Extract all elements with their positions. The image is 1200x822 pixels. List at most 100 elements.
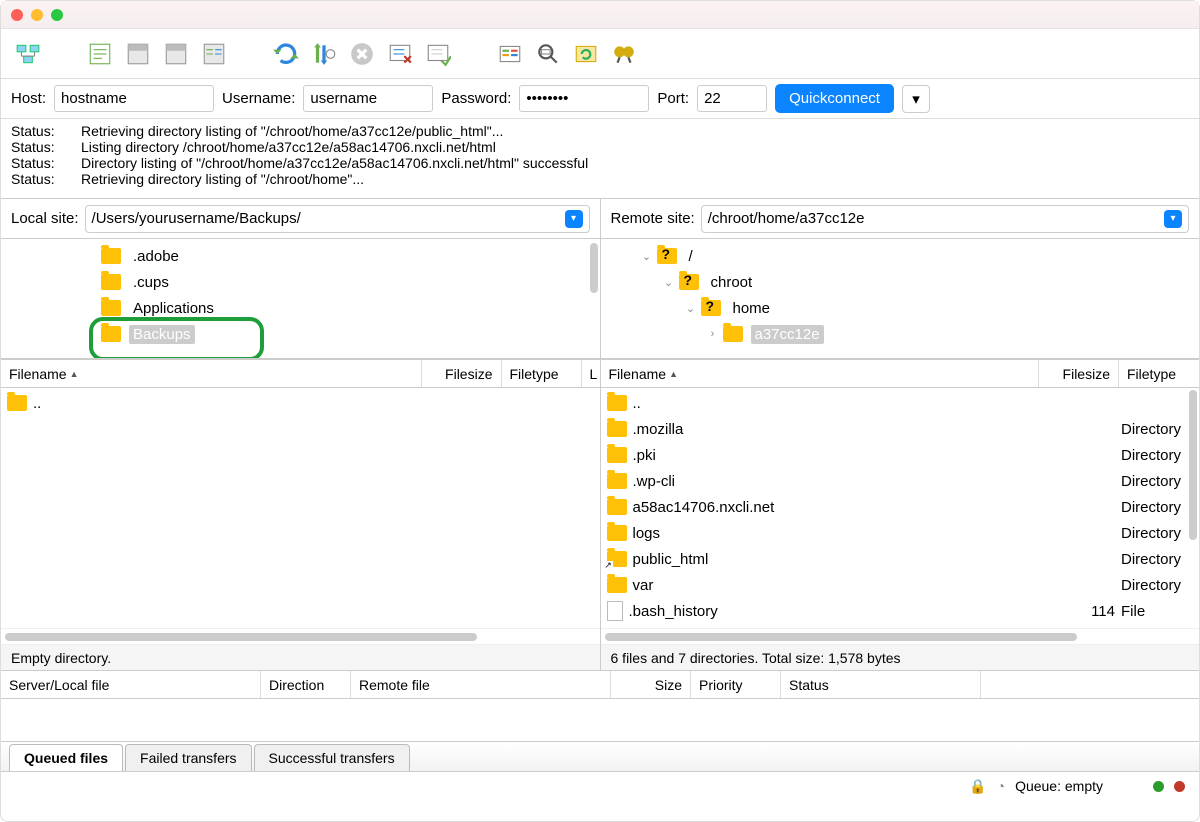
minimize-icon[interactable]	[31, 9, 43, 21]
tab-failed-transfers[interactable]: Failed transfers	[125, 744, 251, 771]
col-filesize[interactable]: Filesize	[1063, 366, 1110, 382]
tree-item[interactable]: .adobe	[1, 243, 600, 269]
local-tree[interactable]: .adobe.cupsApplicationsBackups	[1, 239, 600, 359]
window-controls	[11, 9, 63, 21]
local-file-columns[interactable]: Filename▲ Filesize Filetype L	[1, 360, 600, 388]
local-site-label: Local site:	[11, 210, 79, 227]
queue-column[interactable]: Direction	[261, 671, 351, 698]
chevron-icon[interactable]: ⌄	[663, 276, 675, 289]
queue-tabs: Queued files Failed transfers Successful…	[1, 742, 1199, 772]
titlebar	[1, 1, 1199, 29]
activity-led-green	[1153, 781, 1164, 792]
remote-file-list[interactable]: ...mozillaDirectory.pkiDirectory.wp-cliD…	[601, 388, 1200, 628]
folder-icon	[101, 326, 121, 342]
scrollbar[interactable]	[590, 243, 598, 293]
queue-column[interactable]: Status	[781, 671, 981, 698]
folder-icon	[701, 300, 721, 316]
folder-link-icon	[607, 551, 627, 567]
file-lists: Filename▲ Filesize Filetype L .. Empty d…	[1, 360, 1199, 671]
search-icon[interactable]	[607, 37, 641, 71]
compare-icon[interactable]	[531, 37, 565, 71]
tab-successful-transfers[interactable]: Successful transfers	[254, 744, 410, 771]
remote-path-combo[interactable]: /chroot/home/a37cc12e ▾	[701, 205, 1189, 233]
site-manager-icon[interactable]	[11, 37, 45, 71]
local-path-combo[interactable]: /Users/yourusername/Backups/ ▾	[85, 205, 590, 233]
toggle-remote-tree-icon[interactable]	[159, 37, 193, 71]
clock-icon[interactable]: ◔	[997, 778, 1005, 794]
quickconnect-history-dropdown[interactable]: ▾	[902, 85, 930, 113]
tree-item[interactable]: Backups	[1, 321, 600, 347]
host-input[interactable]	[54, 85, 214, 112]
process-queue-icon[interactable]	[307, 37, 341, 71]
refresh-icon[interactable]	[269, 37, 303, 71]
folder-icon	[607, 447, 627, 463]
remote-tree[interactable]: ⌄/⌄chroot⌄home›a37cc12e	[601, 239, 1200, 359]
chevron-icon[interactable]: ⌄	[641, 250, 653, 263]
file-row[interactable]: .pkiDirectory	[601, 442, 1200, 468]
queue-column[interactable]: Remote file	[351, 671, 611, 698]
queue-body[interactable]	[1, 699, 1199, 741]
col-lastmod[interactable]: L	[590, 366, 598, 382]
folder-icon	[607, 473, 627, 489]
tree-item[interactable]: ⌄chroot	[601, 269, 1200, 295]
scrollbar[interactable]	[601, 628, 1200, 644]
tree-item[interactable]: ›a37cc12e	[601, 321, 1200, 347]
folder-icon	[723, 326, 743, 342]
file-row[interactable]: .mozillaDirectory	[601, 416, 1200, 442]
tree-item[interactable]: ⌄home	[601, 295, 1200, 321]
file-row[interactable]: logsDirectory	[601, 520, 1200, 546]
username-input[interactable]	[303, 85, 433, 112]
filter-icon[interactable]	[493, 37, 527, 71]
local-path-text: /Users/yourusername/Backups/	[92, 210, 565, 227]
quickconnect-button[interactable]: Quickconnect	[775, 84, 894, 113]
tree-item[interactable]: Applications	[1, 295, 600, 321]
username-label: Username:	[222, 90, 295, 107]
maximize-icon[interactable]	[51, 9, 63, 21]
col-filetype[interactable]: Filetype	[510, 366, 559, 382]
col-filetype[interactable]: Filetype	[1127, 366, 1176, 382]
queue-column[interactable]: Priority	[691, 671, 781, 698]
file-row[interactable]: .bash_history114File	[601, 598, 1200, 624]
queue-status: Queue: empty	[1015, 778, 1103, 794]
chevron-icon[interactable]: ›	[707, 328, 719, 340]
close-icon[interactable]	[11, 9, 23, 21]
queue-column[interactable]: Size	[611, 671, 691, 698]
sync-browse-icon[interactable]	[569, 37, 603, 71]
file-row[interactable]: ..	[601, 390, 1200, 416]
col-filename[interactable]: Filename	[609, 366, 667, 382]
cancel-icon[interactable]	[345, 37, 379, 71]
message-log: Status:Retrieving directory listing of "…	[1, 119, 1199, 199]
folder-icon	[101, 248, 121, 264]
chevron-down-icon: ▾	[912, 90, 920, 108]
toggle-local-tree-icon[interactable]	[121, 37, 155, 71]
col-filename[interactable]: Filename	[9, 366, 67, 382]
file-row[interactable]: a58ac14706.nxcli.netDirectory	[601, 494, 1200, 520]
file-row[interactable]: varDirectory	[601, 572, 1200, 598]
file-row[interactable]: ..	[1, 390, 600, 416]
toggle-queue-icon[interactable]	[197, 37, 231, 71]
queue-columns[interactable]: Server/Local fileDirectionRemote fileSiz…	[1, 671, 1199, 699]
local-file-list[interactable]: ..	[1, 388, 600, 628]
disconnect-icon[interactable]	[383, 37, 417, 71]
remote-file-columns[interactable]: Filename▲ Filesize Filetype	[601, 360, 1200, 388]
tree-item[interactable]: ⌄/	[601, 243, 1200, 269]
remote-path-text: /chroot/home/a37cc12e	[708, 210, 1164, 227]
scrollbar[interactable]	[1, 628, 600, 644]
password-input[interactable]	[519, 85, 649, 112]
chevron-down-icon: ▾	[565, 210, 583, 228]
scrollbar[interactable]	[1189, 390, 1197, 628]
folder-icon	[7, 395, 27, 411]
col-filesize[interactable]: Filesize	[445, 366, 492, 382]
lock-icon[interactable]: 🔒	[969, 778, 986, 795]
chevron-icon[interactable]: ⌄	[685, 302, 697, 315]
file-row[interactable]: public_htmlDirectory	[601, 546, 1200, 572]
toggle-log-icon[interactable]	[83, 37, 117, 71]
queue-column[interactable]: Server/Local file	[1, 671, 261, 698]
sort-asc-icon: ▲	[70, 369, 79, 379]
tab-queued-files[interactable]: Queued files	[9, 744, 123, 771]
file-row[interactable]: .wp-cliDirectory	[601, 468, 1200, 494]
tree-item[interactable]: .cups	[1, 269, 600, 295]
port-input[interactable]	[697, 85, 767, 112]
status-bar: 🔒 ◔ Queue: empty	[1, 772, 1199, 800]
reconnect-icon[interactable]	[421, 37, 455, 71]
